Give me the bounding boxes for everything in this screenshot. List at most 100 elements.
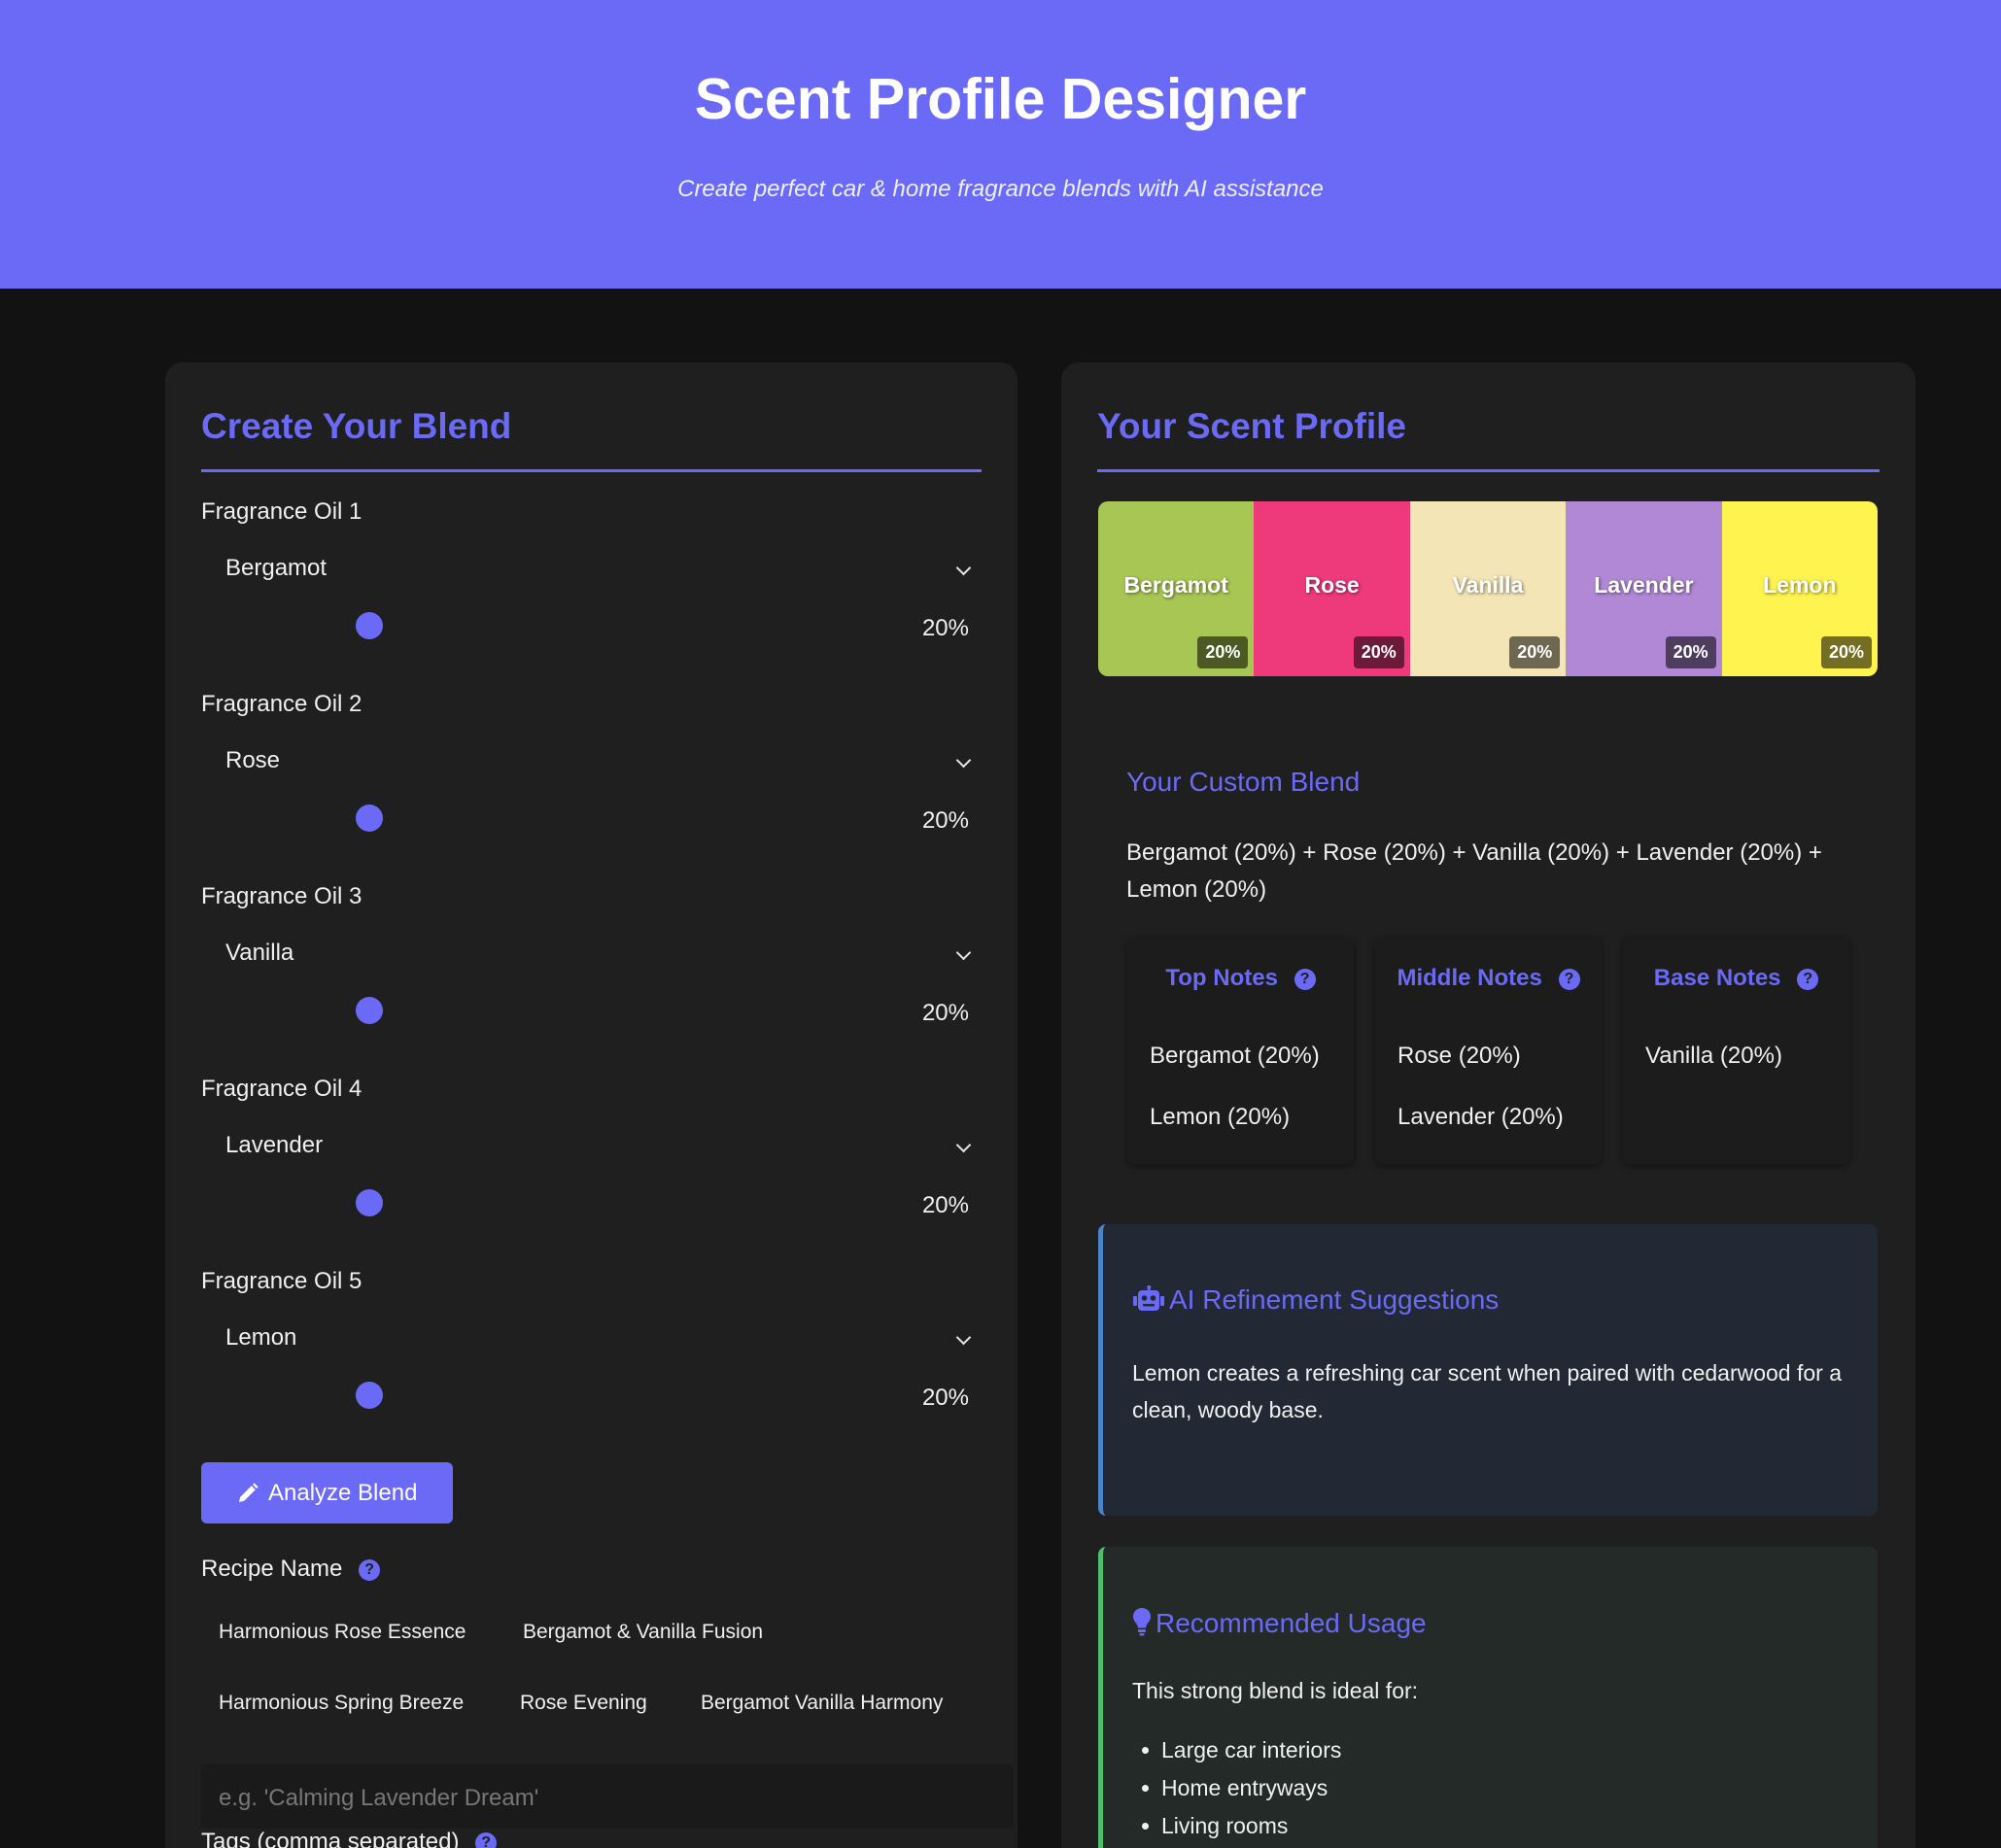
- title-divider: [1097, 469, 1880, 472]
- create-blend-panel: Create Your Blend Fragrance Oil 1 Bergam…: [165, 362, 1018, 1848]
- chevron-down-icon: [955, 752, 972, 769]
- note-item: Rose (20%): [1397, 1043, 1521, 1069]
- title-divider: [201, 469, 982, 472]
- scent-profile-panel: Your Scent Profile Bergamot 20% Rose 20%…: [1061, 362, 1915, 1848]
- chevron-down-icon: [955, 944, 972, 961]
- slider-thumb[interactable]: [356, 804, 383, 832]
- fragrance-oil-select[interactable]: Bergamot: [201, 543, 983, 592]
- recipe-suggestion-chip[interactable]: Rose Evening: [520, 1692, 647, 1715]
- oil-percentage-slider[interactable]: [225, 611, 945, 640]
- tags-label: Tags (comma separated) ?: [201, 1829, 498, 1848]
- recipe-suggestion-chip[interactable]: Harmonious Spring Breeze: [219, 1692, 464, 1715]
- analyze-blend-button[interactable]: Analyze Blend: [201, 1462, 453, 1523]
- fragrance-oil-select[interactable]: Vanilla: [201, 928, 983, 976]
- recipe-suggestion-chip[interactable]: Harmonious Rose Essence: [219, 1621, 466, 1644]
- selected-oil: Bergamot: [225, 555, 328, 581]
- ai-suggestions-box: AI Refinement Suggestions Lemon creates …: [1098, 1224, 1878, 1516]
- chevron-down-icon: [955, 1329, 972, 1346]
- oil-percentage-slider[interactable]: [225, 1188, 945, 1217]
- scent-profile-title: Your Scent Profile: [1097, 406, 1406, 446]
- oil-percentage-slider[interactable]: [225, 996, 945, 1025]
- segment-percent-badge: 20%: [1665, 636, 1716, 668]
- slider-thumb[interactable]: [356, 997, 383, 1024]
- fragrance-oil-select[interactable]: Rose: [201, 736, 983, 784]
- fragrance-oil-label: Fragrance Oil 3: [201, 883, 362, 909]
- oil-percentage-value: 20%: [921, 1385, 969, 1411]
- create-blend-title: Create Your Blend: [201, 406, 512, 446]
- segment-percent-badge: 20%: [1353, 636, 1404, 668]
- page-title: Scent Profile Designer: [694, 67, 1307, 131]
- note-item: Bergamot (20%): [1150, 1043, 1320, 1069]
- recipe-name-text: Recipe Name: [201, 1556, 343, 1582]
- custom-blend-formula: Bergamot (20%) + Rose (20%) + Vanilla (2…: [1126, 839, 1822, 903]
- selected-oil: Lemon: [225, 1324, 297, 1351]
- recipe-name-placeholder: e.g. 'Calming Lavender Dream': [219, 1785, 539, 1811]
- segment-name: Bergamot: [1123, 572, 1228, 598]
- fragrance-oil-select[interactable]: Lemon: [201, 1313, 983, 1361]
- notes-heading-text: Middle Notes: [1397, 965, 1542, 991]
- note-item: Lavender (20%): [1397, 1104, 1564, 1130]
- pencil-icon: [239, 1483, 259, 1502]
- help-icon[interactable]: ?: [1294, 968, 1316, 990]
- note-item: Lemon (20%): [1150, 1104, 1291, 1130]
- base-notes-card: Base Notes ? Vanilla (20%): [1623, 938, 1849, 1164]
- scent-segment: Lavender 20%: [1566, 501, 1722, 676]
- recipe-suggestion-chip[interactable]: Bergamot & Vanilla Fusion: [523, 1621, 763, 1644]
- notes-heading-text: Base Notes: [1653, 965, 1781, 991]
- custom-blend-title: Your Custom Blend: [1126, 767, 1361, 797]
- slider-thumb[interactable]: [356, 1382, 383, 1409]
- oil-percentage-slider[interactable]: [225, 804, 945, 833]
- help-icon[interactable]: ?: [475, 1831, 498, 1848]
- recommended-usage-box: Recommended Usage This strong blend is i…: [1098, 1547, 1878, 1848]
- oil-percentage-value: 20%: [921, 615, 969, 641]
- selected-oil: Lavender: [225, 1132, 324, 1158]
- usage-list-item: Large car interiors: [1141, 1737, 1342, 1762]
- analyze-blend-label: Analyze Blend: [268, 1480, 418, 1506]
- chevron-down-icon: [955, 1137, 972, 1153]
- ai-suggestion-text: Lemon creates a refreshing car scent whe…: [1132, 1360, 1843, 1422]
- recipe-name-label: Recipe Name ?: [201, 1556, 381, 1583]
- scent-segment: Lemon 20%: [1721, 501, 1878, 676]
- scent-segment: Bergamot 20%: [1098, 501, 1255, 676]
- segment-percent-badge: 20%: [1821, 636, 1873, 668]
- segment-name: Rose: [1304, 572, 1360, 598]
- notes-heading: Base Notes ?: [1623, 965, 1849, 992]
- oil-percentage-value: 20%: [921, 1000, 969, 1026]
- notes-heading: Middle Notes ?: [1375, 965, 1602, 992]
- slider-thumb[interactable]: [356, 1189, 383, 1216]
- selected-oil: Rose: [225, 747, 281, 773]
- recipe-name-input[interactable]: e.g. 'Calming Lavender Dream': [201, 1764, 1014, 1829]
- usage-list-item: Living rooms: [1141, 1813, 1289, 1838]
- selected-oil: Vanilla: [225, 940, 294, 966]
- top-notes-card: Top Notes ? Bergamot (20%) Lemon (20%): [1127, 938, 1354, 1164]
- notes-heading-text: Top Notes: [1165, 965, 1278, 991]
- oil-percentage-slider[interactable]: [225, 1381, 945, 1410]
- segment-percent-badge: 20%: [1197, 636, 1249, 668]
- oil-percentage-value: 20%: [921, 1192, 969, 1218]
- ai-suggestions-title-text: AI Refinement Suggestions: [1169, 1284, 1500, 1315]
- segment-name: Vanilla: [1452, 572, 1524, 598]
- help-icon[interactable]: ?: [1797, 968, 1819, 990]
- help-icon[interactable]: ?: [1558, 968, 1580, 990]
- fragrance-oil-label: Fragrance Oil 4: [201, 1076, 362, 1102]
- scent-segment: Rose 20%: [1254, 501, 1410, 676]
- recipe-suggestion-chip[interactable]: Bergamot Vanilla Harmony: [701, 1692, 943, 1715]
- slider-thumb[interactable]: [356, 612, 383, 639]
- chevron-down-icon: [955, 560, 972, 576]
- scent-color-strip: Bergamot 20% Rose 20% Vanilla 20% Lavend…: [1098, 501, 1878, 676]
- lightbulb-icon: [1133, 1608, 1151, 1636]
- segment-percent-badge: 20%: [1509, 636, 1561, 668]
- fragrance-oil-select[interactable]: Lavender: [201, 1120, 983, 1169]
- segment-name: Lavender: [1594, 572, 1694, 598]
- fragrance-oil-label: Fragrance Oil 2: [201, 691, 362, 717]
- usage-list-item: Home entryways: [1141, 1775, 1328, 1800]
- fragrance-oil-label: Fragrance Oil 1: [201, 498, 362, 525]
- help-icon[interactable]: ?: [359, 1558, 381, 1581]
- page-subtitle: Create perfect car & home fragrance blen…: [677, 176, 1324, 202]
- note-item: Vanilla (20%): [1645, 1043, 1782, 1069]
- notes-heading: Top Notes ?: [1127, 965, 1354, 992]
- fragrance-oil-label: Fragrance Oil 5: [201, 1268, 362, 1294]
- usage-intro: This strong blend is ideal for:: [1132, 1678, 1419, 1703]
- scent-segment: Vanilla 20%: [1409, 501, 1567, 676]
- recommended-usage-title-text: Recommended Usage: [1156, 1608, 1427, 1638]
